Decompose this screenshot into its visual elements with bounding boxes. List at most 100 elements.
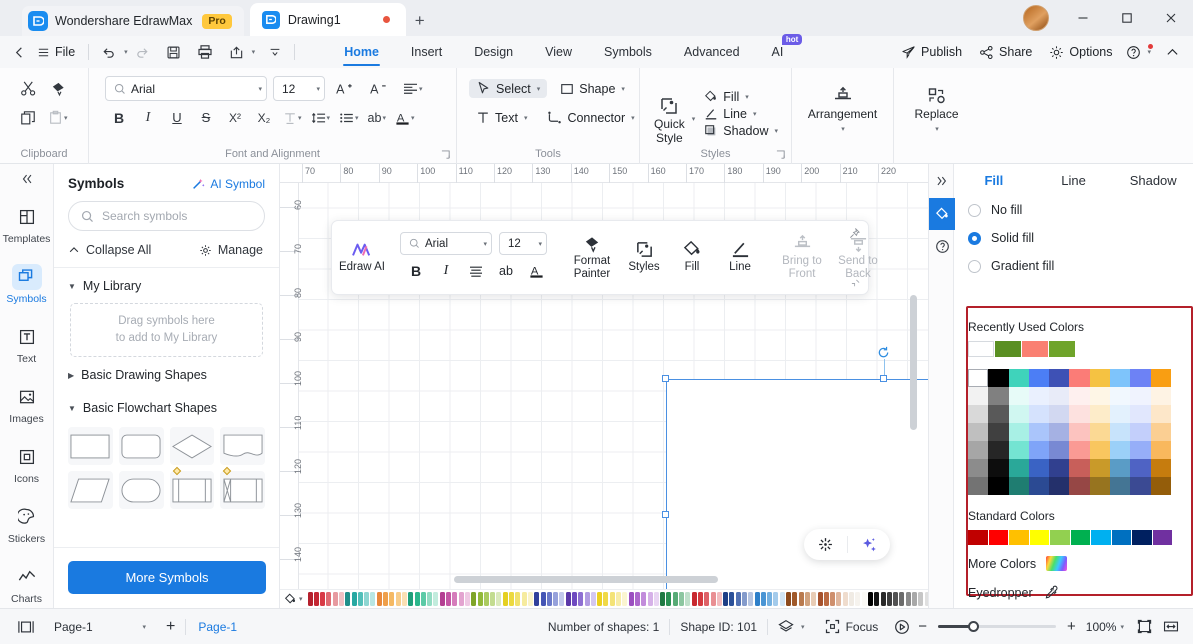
shape-rectangle-body[interactable]: [666, 379, 928, 608]
shadow-button[interactable]: Shadow ▾: [699, 123, 783, 139]
options-button[interactable]: Options: [1042, 42, 1119, 63]
manage-button[interactable]: Manage: [199, 243, 263, 257]
strip-color-swatch[interactable]: [515, 592, 521, 606]
publish-button[interactable]: Publish: [894, 42, 969, 63]
floating-italic-button[interactable]: I: [432, 259, 460, 283]
strip-color-swatch[interactable]: [867, 592, 873, 606]
collapse-ribbon-button[interactable]: [1158, 43, 1187, 62]
floating-font-color-button[interactable]: A: [522, 259, 550, 283]
edraw-ai-button[interactable]: Edraw AI: [338, 226, 386, 289]
strip-color-swatch[interactable]: [383, 592, 389, 606]
floating-font-size-input[interactable]: 12 ▾: [499, 232, 547, 255]
palette-color-swatch[interactable]: [1008, 423, 1029, 441]
palette-color-swatch[interactable]: [1089, 369, 1111, 387]
sidebar-item-charts[interactable]: Charts: [0, 554, 53, 614]
zoom-slider-knob[interactable]: [968, 621, 980, 632]
strip-color-swatch[interactable]: [786, 592, 792, 606]
strip-color-swatch[interactable]: [578, 592, 584, 606]
strip-color-swatch[interactable]: [634, 592, 640, 606]
palette-color-swatch[interactable]: [1130, 369, 1151, 387]
shape-parallelogram[interactable]: [68, 471, 113, 509]
shape-predefined-process[interactable]: [169, 466, 215, 509]
radio-no-fill[interactable]: [968, 203, 981, 217]
palette-color-swatch[interactable]: [1069, 441, 1090, 459]
palette-color-swatch[interactable]: [1069, 423, 1090, 441]
page-view-button[interactable]: [0, 620, 44, 634]
strip-color-swatch[interactable]: [748, 592, 754, 606]
palette-color-swatch[interactable]: [1130, 477, 1151, 495]
palette-color-swatch[interactable]: [1049, 459, 1070, 477]
standard-color-swatch[interactable]: [1029, 530, 1049, 545]
grow-font-button[interactable]: A: [331, 76, 359, 102]
shrink-font-button[interactable]: A: [365, 76, 393, 102]
section-basic-drawing-shapes[interactable]: ▶ Basic Drawing Shapes: [54, 357, 279, 390]
palette-color-swatch[interactable]: [1008, 477, 1029, 495]
fill-option-solid-fill[interactable]: Solid fill: [954, 224, 1193, 252]
my-library-dropzone[interactable]: Drag symbols here to add to My Library: [70, 303, 263, 357]
strip-color-swatch[interactable]: [389, 592, 395, 606]
strip-color-swatch[interactable]: [357, 592, 363, 606]
strip-color-swatch[interactable]: [571, 592, 577, 606]
standard-colors-row[interactable]: [954, 530, 1193, 545]
strip-color-swatch[interactable]: [364, 592, 370, 606]
palette-color-swatch[interactable]: [1008, 387, 1029, 405]
palette-color-swatch[interactable]: [1008, 441, 1029, 459]
strip-color-swatch[interactable]: [521, 592, 527, 606]
tab-design[interactable]: Design: [458, 37, 529, 67]
palette-color-swatch[interactable]: [1089, 459, 1111, 477]
shape-rectangle[interactable]: [68, 427, 113, 465]
floating-font-name-input[interactable]: Arial ▾: [400, 232, 492, 255]
palette-color-swatch[interactable]: [988, 477, 1009, 495]
radio-solid-fill[interactable]: [968, 231, 981, 245]
palette-color-swatch[interactable]: [1150, 405, 1171, 423]
strip-color-swatch[interactable]: [546, 592, 552, 606]
export-button[interactable]: [224, 40, 249, 64]
fit-page-button[interactable]: [1130, 619, 1159, 634]
selected-shape[interactable]: [662, 346, 928, 608]
strip-color-swatch[interactable]: [742, 592, 747, 606]
palette-color-swatch[interactable]: [1049, 405, 1070, 423]
palette-color-swatch[interactable]: [1150, 369, 1171, 387]
format-painter-button[interactable]: [44, 76, 72, 102]
palette-color-swatch[interactable]: [1089, 423, 1111, 441]
strip-color-swatch[interactable]: [527, 592, 533, 606]
strip-color-swatch[interactable]: [332, 592, 338, 606]
strip-color-swatch[interactable]: [918, 592, 924, 606]
strip-color-swatch[interactable]: [710, 592, 716, 606]
strip-color-swatch[interactable]: [490, 592, 496, 606]
standard-color-swatch[interactable]: [1009, 530, 1029, 545]
strikethrough-button[interactable]: S: [192, 105, 220, 131]
palette-color-swatch[interactable]: [1028, 477, 1050, 495]
palette-color-swatch[interactable]: [1110, 369, 1131, 387]
palette-color-swatch[interactable]: [988, 405, 1009, 423]
resize-handle-nw[interactable]: [662, 375, 669, 382]
palette-color-swatch[interactable]: [1130, 405, 1151, 423]
shape-rounded-rectangle[interactable]: [118, 427, 164, 465]
strip-color-swatch[interactable]: [496, 592, 502, 606]
palette-color-swatch[interactable]: [1150, 459, 1171, 477]
sidebar-item-images[interactable]: Images: [0, 374, 53, 434]
palette-color-swatch[interactable]: [988, 441, 1009, 459]
strip-color-swatch[interactable]: [401, 592, 407, 606]
strip-color-swatch[interactable]: [874, 592, 880, 606]
strip-color-swatch[interactable]: [565, 592, 571, 606]
strip-color-swatch[interactable]: [616, 592, 622, 606]
help-button[interactable]: ▾: [1122, 42, 1155, 63]
collapse-panel-button[interactable]: [0, 164, 53, 194]
strip-color-swatch[interactable]: [509, 592, 515, 606]
font-dialog-launcher[interactable]: [441, 150, 451, 160]
standard-color-swatch[interactable]: [1111, 530, 1131, 545]
sidebar-item-stickers[interactable]: Stickers: [0, 494, 53, 554]
palette-color-swatch[interactable]: [1028, 459, 1050, 477]
shape-stadium[interactable]: [118, 471, 164, 509]
strip-color-swatch[interactable]: [345, 592, 351, 606]
strip-color-swatch[interactable]: [446, 592, 452, 606]
italic-button[interactable]: I: [134, 105, 162, 131]
strip-color-swatch[interactable]: [433, 592, 439, 606]
strip-color-swatch[interactable]: [408, 592, 414, 606]
strip-color-swatch[interactable]: [823, 592, 829, 606]
add-page-button[interactable]: +: [156, 618, 185, 636]
paste-button[interactable]: ▾: [44, 105, 72, 131]
focus-button[interactable]: Focus: [815, 619, 889, 634]
tab-fill[interactable]: Fill: [954, 173, 1034, 188]
